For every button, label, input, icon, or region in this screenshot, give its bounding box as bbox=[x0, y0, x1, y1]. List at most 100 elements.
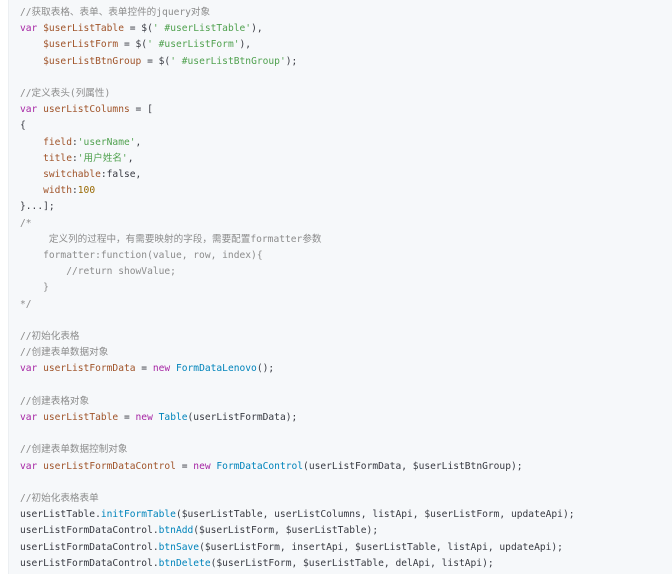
code-token-var: userListColumns bbox=[43, 104, 130, 116]
code-token-plain: ), bbox=[251, 23, 263, 35]
code-token-comment: 定义列的过程中，有需要映射的字段，需要配置formatter参数 bbox=[20, 233, 322, 245]
code-line: var userListFormData = new FormDataLenov… bbox=[20, 361, 274, 377]
code-token-plain: (); bbox=[256, 363, 275, 375]
code-line: //return showValue; bbox=[20, 264, 176, 280]
code-token-plain: (userListFormData); bbox=[187, 412, 298, 423]
code-line: $userListBtnGroup = $(' #userListBtnGrou… bbox=[20, 54, 297, 70]
code-token-comment: //定义表头(列属性) bbox=[20, 88, 111, 99]
code-line: { bbox=[20, 118, 26, 134]
code-token-plain: ($userListTable, userListColumns, listAp… bbox=[175, 509, 575, 521]
code-token-class: initFormTable bbox=[100, 509, 176, 521]
code-token-keyword: var bbox=[20, 460, 44, 472]
code-token-string: ' #userListForm' bbox=[147, 39, 240, 51]
code-token-plain: userListFormDataControl. bbox=[20, 541, 159, 553]
code-token-comment: formatter:function(value, row, index){ bbox=[20, 250, 263, 261]
code-line: userListFormDataControl.btnAdd($userList… bbox=[20, 523, 378, 539]
code-block: //获取表格、表单、表单控件的jquery对象 var $userListTabl… bbox=[8, 0, 672, 574]
code-token-plain: ($userListForm, $userListTable, delApi, … bbox=[210, 557, 494, 569]
code-token-string: 'userName' bbox=[77, 136, 136, 148]
code-token-class: Table bbox=[158, 412, 188, 423]
code-line: var $userListTable = $(' #userListTable'… bbox=[20, 21, 263, 37]
code-token-plain: { bbox=[20, 120, 26, 132]
code-token-plain: = [ bbox=[129, 104, 153, 116]
code-line: //定义表头(列属性) bbox=[20, 86, 110, 102]
code-token-plain: = $( bbox=[123, 23, 153, 35]
code-token-comment: //获取表格、表单、表单控件的jquery对象 bbox=[20, 7, 211, 18]
code-token-var: $userListTable bbox=[43, 23, 124, 35]
code-token-plain: ); bbox=[285, 55, 298, 67]
code-token-var: title bbox=[43, 152, 72, 164]
code-token-keyword: var bbox=[20, 412, 44, 423]
code-line: //创建表格对象 bbox=[20, 394, 89, 410]
code-token-class: btnSave bbox=[158, 541, 200, 553]
code-token-comment: } bbox=[20, 282, 49, 294]
code-token-plain: userListFormDataControl. bbox=[20, 525, 159, 537]
code-token-plain: = bbox=[175, 460, 194, 472]
code-token-class: FormDataLenovo bbox=[175, 363, 257, 375]
code-token-keyword: new bbox=[193, 460, 217, 472]
code-line: var userListFormDataControl = new FormDa… bbox=[20, 459, 523, 475]
code-token-var: width bbox=[43, 185, 72, 197]
code-token-class: FormDataControl bbox=[216, 460, 304, 472]
code-token-comment: //初始化表格表单 bbox=[20, 493, 99, 504]
code-token-class: btnAdd bbox=[158, 525, 194, 537]
code-token-var: $userListForm bbox=[43, 39, 119, 51]
code-token-string: '用户姓名' bbox=[77, 152, 128, 164]
code-token-var: userListFormDataControl bbox=[43, 460, 176, 472]
code-token-comment: /* bbox=[20, 217, 32, 229]
code-token-plain: }...]; bbox=[20, 201, 55, 213]
code-token-var: switchable bbox=[43, 169, 101, 180]
code-token-plain: ), bbox=[239, 39, 252, 51]
code-token-string: ' #userListTable' bbox=[152, 23, 252, 35]
code-token-plain: = bbox=[118, 412, 136, 423]
code-line: //获取表格、表单、表单控件的jquery对象 bbox=[20, 5, 210, 21]
code-line: //创建表单数据控制对象 bbox=[20, 442, 128, 458]
code-token-plain: (userListFormData, $userListBtnGroup); bbox=[303, 460, 523, 472]
code-token-string: ' #userListBtnGroup' bbox=[170, 55, 286, 67]
code-token-plain: ($userListForm, $userListTable); bbox=[193, 525, 379, 537]
code-token-plain: userListFormDataControl. bbox=[20, 557, 159, 569]
code-token-keyword: new bbox=[135, 412, 159, 423]
code-token-keyword: var bbox=[20, 23, 44, 35]
code-line: //初始化表格 bbox=[20, 329, 80, 345]
code-line: userListFormDataControl.btnSave($userLis… bbox=[20, 540, 563, 556]
code-line: */ bbox=[20, 297, 32, 313]
code-line: title:'用户姓名', bbox=[20, 151, 134, 167]
code-line: //初始化表格表单 bbox=[20, 491, 99, 507]
code-line: userListTable.initFormTable($userListTab… bbox=[20, 507, 575, 523]
code-line: formatter:function(value, row, index){ bbox=[20, 248, 263, 264]
code-token-var: userListFormData bbox=[43, 363, 136, 375]
code-line: } bbox=[20, 280, 49, 296]
code-token-plain: ($userListForm, insertApi, $userListTabl… bbox=[199, 541, 563, 553]
code-token-keyword: var bbox=[20, 104, 44, 116]
code-token-plain: = $( bbox=[118, 39, 148, 51]
code-token-plain: = $( bbox=[141, 55, 171, 67]
code-line: var userListTable = new Table(userListFo… bbox=[20, 410, 297, 426]
code-line: }...]; bbox=[20, 199, 55, 215]
code-token-keyword: new bbox=[152, 363, 176, 375]
code-line: $userListForm = $(' #userListForm'), bbox=[20, 37, 251, 53]
code-token-plain: :false, bbox=[100, 169, 142, 180]
code-token-var: field bbox=[43, 136, 72, 148]
code-token-comment: //return showValue; bbox=[20, 266, 176, 278]
code-line: userListFormDataControl.btnDelete($userL… bbox=[20, 556, 494, 572]
code-token-comment: //创建表格对象 bbox=[20, 395, 90, 407]
code-token-comment: //创建表单数据对象 bbox=[20, 347, 109, 359]
code-token-number: 100 bbox=[77, 185, 96, 197]
code-token-plain: = bbox=[135, 363, 153, 375]
code-token-comment: */ bbox=[20, 298, 32, 310]
code-token-comment: //初始化表格 bbox=[20, 331, 80, 342]
code-line: switchable:false, bbox=[20, 167, 141, 183]
code-line: var userListColumns = [ bbox=[20, 102, 153, 118]
code-token-plain: userListTable. bbox=[20, 509, 101, 521]
code-token-plain: , bbox=[135, 136, 142, 148]
code-token-plain: , bbox=[127, 152, 134, 164]
code-line: 定义列的过程中，有需要映射的字段，需要配置formatter参数 bbox=[20, 232, 322, 248]
code-line: width:100 bbox=[20, 183, 95, 199]
